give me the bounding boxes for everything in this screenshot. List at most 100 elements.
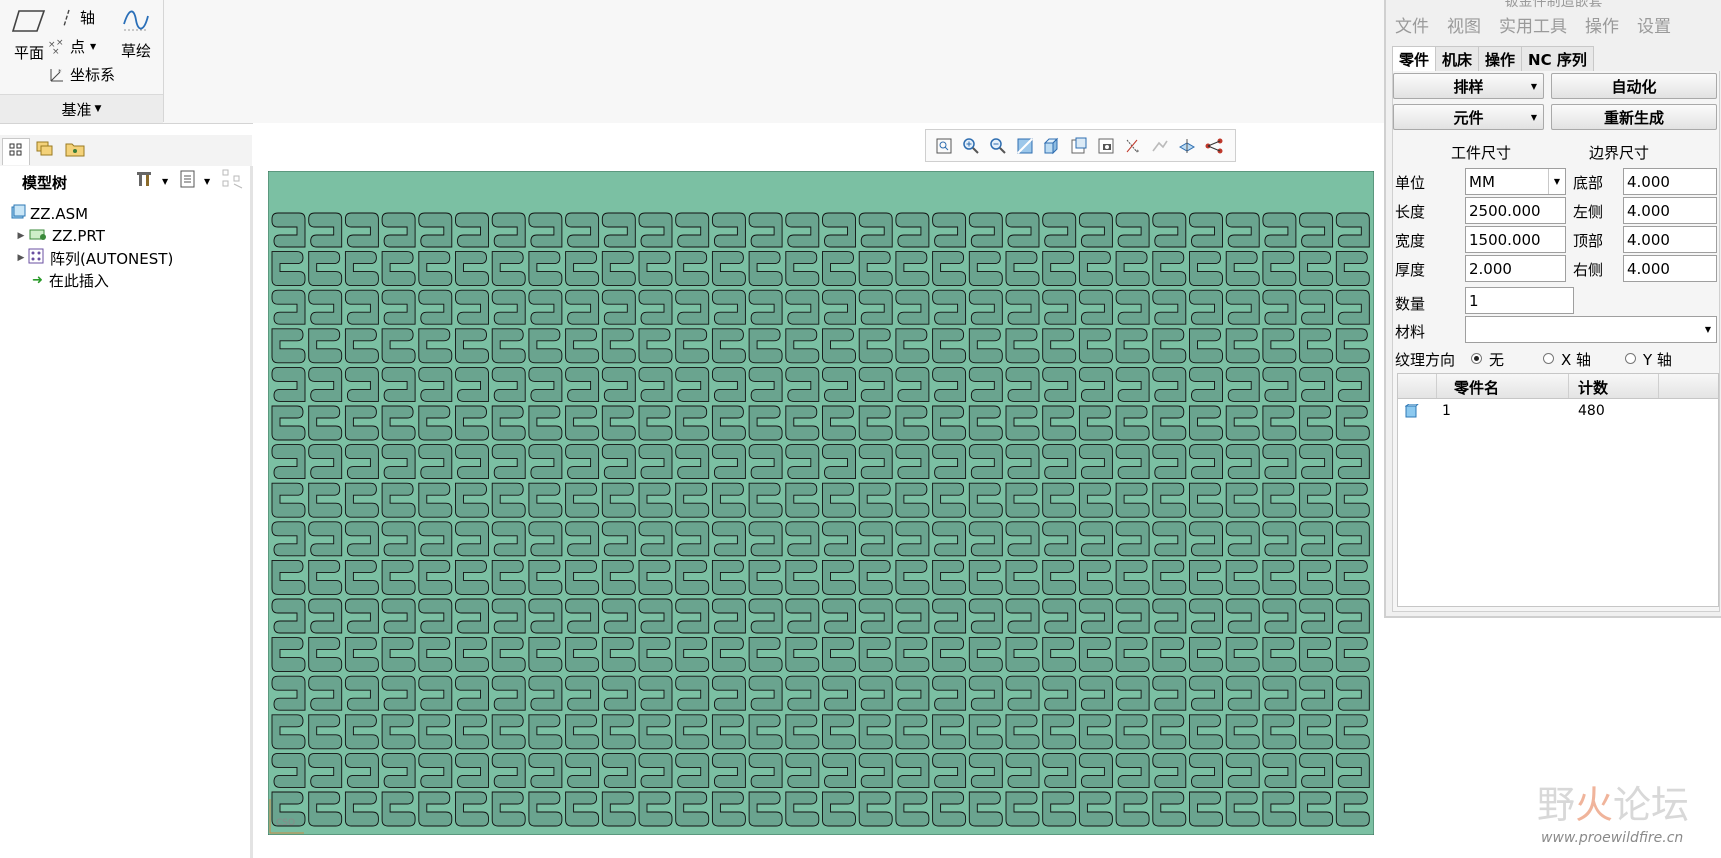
width-label: 宽度: [1395, 232, 1426, 250]
chevron-down-icon: ▼: [1530, 112, 1537, 122]
repaint-icon[interactable]: [1011, 132, 1038, 159]
nest-manager-panel: 钣金件制造嵌套 文件 视图 实用工具 操作 设置 零件 机床 操作 NC 序列 …: [1384, 0, 1721, 618]
plane-button[interactable]: 平面: [8, 8, 50, 66]
plane-icon: [11, 8, 47, 34]
datum-group-dropdown[interactable]: 基准 ▼: [0, 94, 163, 123]
menu-settings[interactable]: 设置: [1628, 12, 1680, 38]
nested-sheet[interactable]: CSO: [267, 170, 1375, 836]
bottom-field[interactable]: 4.000: [1623, 168, 1717, 195]
column-divider: [1568, 374, 1569, 398]
settings-tool-button[interactable]: ▼: [136, 171, 168, 191]
tree-item-insert-here[interactable]: ➜ 在此插入: [32, 268, 109, 292]
nest-layout-canvas[interactable]: CSO: [267, 170, 1375, 836]
axis-button[interactable]: 轴: [60, 7, 95, 28]
filter-icon: [222, 169, 244, 193]
part-icon: [28, 227, 48, 245]
column-count[interactable]: 计数: [1578, 377, 1608, 398]
nest-tabs: 零件 机床 操作 NC 序列: [1392, 46, 1594, 73]
chevron-down-icon: ▼: [1548, 169, 1565, 194]
tab-parts[interactable]: 零件: [1392, 46, 1437, 72]
regenerate-button[interactable]: 重新生成: [1551, 104, 1717, 130]
automate-button[interactable]: 自动化: [1551, 73, 1717, 99]
quantity-field[interactable]: 1: [1465, 287, 1574, 314]
parts-table: 零件名 计数 1 480: [1397, 373, 1719, 607]
element-button-label: 元件: [1453, 108, 1484, 127]
tree-item-part[interactable]: ▶ ZZ.PRT: [14, 224, 105, 248]
point-label: 点: [70, 38, 86, 56]
tab-model-tree[interactable]: [2, 138, 30, 165]
nest-menu-bar: 文件 视图 实用工具 操作 设置: [1386, 12, 1721, 38]
show-tool-button[interactable]: ▼: [180, 170, 210, 192]
spin-center-icon[interactable]: [1173, 132, 1200, 159]
annotation-display-icon[interactable]: [1146, 132, 1173, 159]
sketch-button[interactable]: 草绘: [118, 8, 154, 66]
thickness-value: 2.000: [1469, 259, 1512, 278]
tab-nc-sequence[interactable]: NC 序列: [1521, 46, 1594, 72]
point-button[interactable]: × × × 点 ▼: [48, 36, 96, 57]
tab-machine[interactable]: 机床: [1435, 46, 1480, 72]
tree-item-pattern[interactable]: ▶ 阵列(AUTONEST): [14, 246, 173, 270]
tree-item-label: ZZ.ASM: [30, 205, 89, 223]
column-part-name[interactable]: 零件名: [1454, 377, 1499, 398]
tab-folder-browser[interactable]: [62, 138, 88, 164]
csys-button[interactable]: * 坐标系: [48, 64, 115, 85]
tab-layers[interactable]: [32, 138, 58, 164]
display-style-icon[interactable]: [1038, 132, 1065, 159]
top-label: 顶部: [1573, 232, 1604, 250]
plane-label: 平面: [13, 44, 44, 62]
list-icon: [180, 170, 196, 192]
grain-none-radio[interactable]: [1471, 353, 1482, 364]
top-value: 4.000: [1627, 230, 1670, 249]
top-field[interactable]: 4.000: [1623, 226, 1717, 253]
width-field[interactable]: 1500.000: [1465, 226, 1566, 253]
menu-utilities[interactable]: 实用工具: [1490, 12, 1576, 38]
tab-operation[interactable]: 操作: [1478, 46, 1523, 72]
length-field[interactable]: 2500.000: [1465, 197, 1566, 224]
column-divider: [1436, 374, 1437, 398]
thickness-field[interactable]: 2.000: [1465, 255, 1566, 282]
unit-value: MM: [1469, 172, 1495, 191]
boundary-size-header: 边界尺寸: [1589, 144, 1650, 162]
chevron-down-icon: ▼: [1704, 325, 1712, 334]
axis-label: 轴: [80, 9, 96, 27]
csys-display-icon[interactable]: [1200, 132, 1227, 159]
sketch-icon: [122, 8, 150, 34]
left-label: 左侧: [1573, 203, 1604, 221]
table-row[interactable]: 1 480: [1398, 400, 1718, 424]
grain-x-radio[interactable]: [1543, 353, 1554, 364]
count-cell: 480: [1578, 403, 1605, 419]
view-manager-icon[interactable]: [1092, 132, 1119, 159]
saved-views-icon[interactable]: [1065, 132, 1092, 159]
pattern-icon: [28, 248, 46, 268]
quantity-value: 1: [1469, 291, 1479, 310]
expand-arrow-icon[interactable]: ▶: [14, 253, 28, 263]
model-tree-panel: 模型树 ▼ ▼ ZZ.ASM ▶ ZZ.PRT ▶ 阵列(AUTONEST) ➜…: [0, 166, 253, 858]
right-field[interactable]: 4.000: [1623, 255, 1717, 282]
material-label: 材料: [1395, 323, 1426, 341]
layout-button[interactable]: 排样 ▼: [1393, 73, 1544, 99]
left-field[interactable]: 4.000: [1623, 197, 1717, 224]
watermark-text-a: 野: [1537, 783, 1576, 827]
unit-select[interactable]: MM ▼: [1465, 168, 1566, 195]
zoom-in-icon[interactable]: [957, 132, 984, 159]
chevron-down-icon[interactable]: ▼: [90, 42, 96, 51]
filter-tool-button[interactable]: [222, 169, 244, 193]
forum-watermark: 野火论坛 www.proewildfire.cn: [1537, 770, 1717, 856]
unit-label: 单位: [1395, 174, 1426, 192]
menu-file[interactable]: 文件: [1386, 12, 1438, 38]
refit-icon[interactable]: [930, 132, 957, 159]
expand-arrow-icon[interactable]: ▶: [14, 231, 28, 241]
element-button[interactable]: 元件 ▼: [1393, 104, 1544, 130]
datum-display-icon[interactable]: *: [1119, 132, 1146, 159]
length-value: 2500.000: [1469, 201, 1541, 220]
ribbon: 平面 轴 × × × 点 ▼ * 坐标系 草绘 基准 ▼: [0, 0, 1384, 124]
right-value: 4.000: [1627, 259, 1670, 278]
tree-item-assembly[interactable]: ZZ.ASM: [10, 202, 88, 226]
menu-operations[interactable]: 操作: [1576, 12, 1628, 38]
navigator-tabs: [0, 135, 252, 167]
zoom-out-icon[interactable]: [984, 132, 1011, 159]
menu-view[interactable]: 视图: [1438, 12, 1490, 38]
tools-icon: [136, 170, 154, 192]
grain-y-radio[interactable]: [1625, 353, 1636, 364]
material-select[interactable]: ▼: [1465, 316, 1717, 343]
